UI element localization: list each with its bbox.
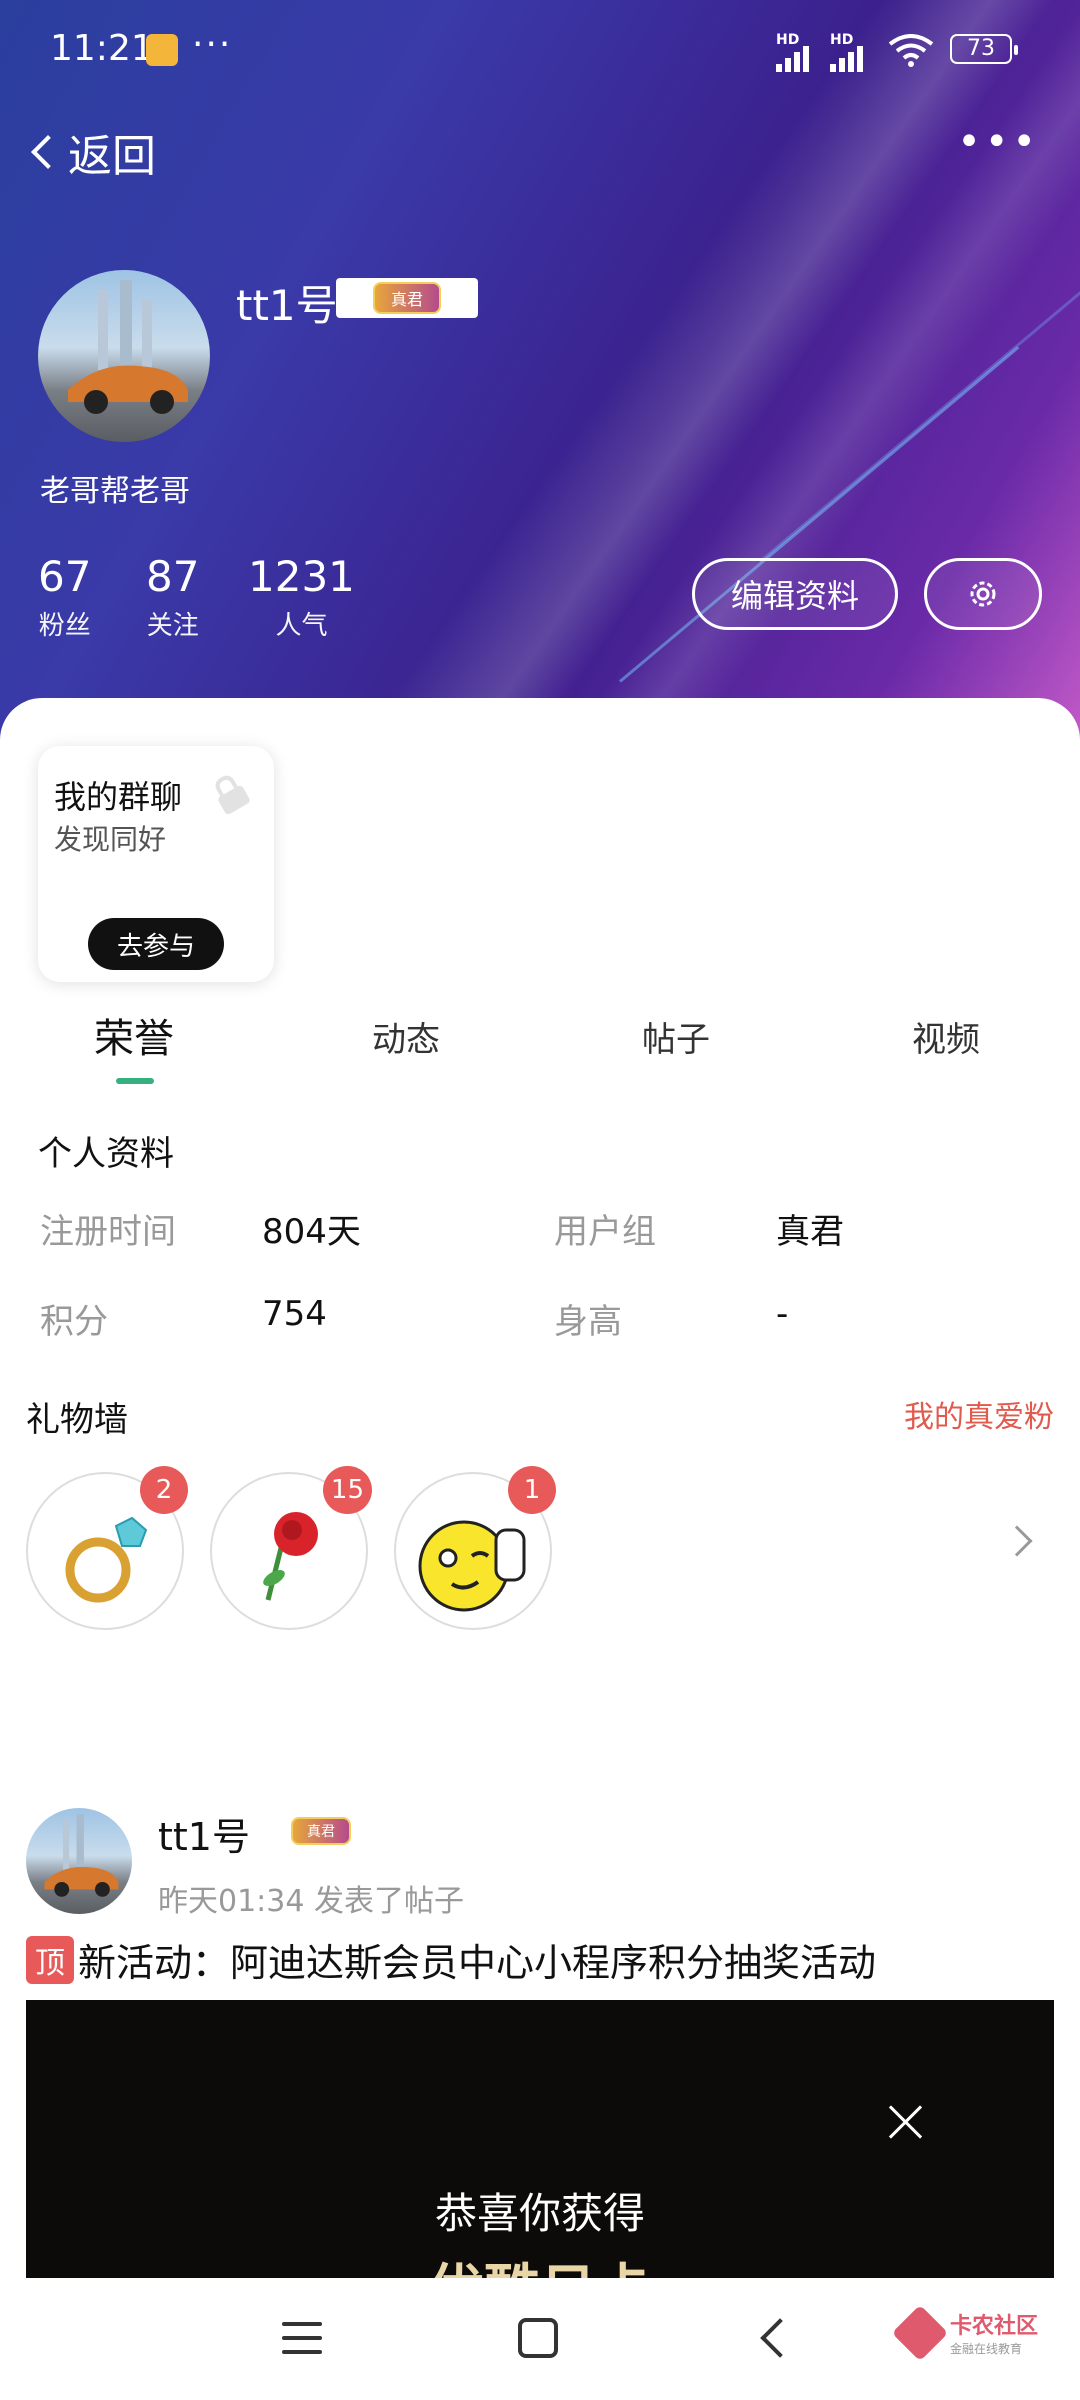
- tab-videos[interactable]: 视频: [912, 1012, 980, 1061]
- tab-honors[interactable]: 荣誉: [94, 1006, 174, 1064]
- back-button[interactable]: 返回: [22, 120, 156, 184]
- home-icon[interactable]: [518, 2318, 558, 2358]
- profile-tabs: 荣誉 动态 帖子 视频: [0, 1006, 1080, 1086]
- badge-text: 真君: [291, 1817, 351, 1845]
- user-rank-badge: 真君: [336, 278, 478, 318]
- watermark-logo-icon: [891, 2304, 949, 2361]
- tab-activity[interactable]: 动态: [372, 1012, 440, 1061]
- gift-count-badge: 1: [508, 1466, 556, 1514]
- height-label: 身高: [554, 1302, 622, 1342]
- settings-button[interactable]: [924, 558, 1042, 630]
- battery-indicator: 73: [950, 34, 1018, 64]
- stat-number: 87: [146, 552, 200, 601]
- post-title-text: 新活动：阿迪达斯会员中心小程序积分抽奖活动: [78, 1941, 877, 1985]
- decorative-streak: [619, 346, 1020, 683]
- gift-thumbs-up[interactable]: 1: [394, 1466, 556, 1630]
- active-tab-indicator: [116, 1078, 154, 1084]
- edit-profile-button[interactable]: 编辑资料: [692, 558, 898, 630]
- height-value: -: [776, 1294, 789, 1334]
- status-bar: 11:21 ··· HD HD 73: [0, 0, 1080, 100]
- badge-text: 真君: [372, 282, 441, 314]
- back-nav-icon[interactable]: [760, 2318, 800, 2358]
- registration-time-label: 注册时间: [40, 1212, 176, 1252]
- post-author-avatar[interactable]: [26, 1808, 132, 1914]
- user-group-label: 用户组: [554, 1212, 656, 1252]
- watermark-sub-text: 金融在线教育: [950, 2342, 1023, 2356]
- pinned-badge: 顶: [26, 1935, 74, 1984]
- car-avatar-image: [68, 280, 188, 414]
- back-label: 返回: [68, 131, 156, 182]
- personal-info-title: 个人资料: [38, 1134, 174, 1174]
- watermark-main-text: 卡农社区: [950, 2314, 1039, 2339]
- points-value: 754: [262, 1294, 327, 1334]
- more-options-icon[interactable]: •••: [957, 122, 1040, 162]
- stat-label: 粉丝: [38, 611, 91, 641]
- points-label: 积分: [40, 1302, 108, 1342]
- stat-number: 1231: [248, 552, 355, 601]
- post-image-text-cut: 优酷日卡: [26, 2246, 1054, 2278]
- wifi-icon: [888, 34, 934, 67]
- menu-icon[interactable]: [282, 2322, 322, 2354]
- stat-popularity[interactable]: 1231 人气: [248, 552, 355, 642]
- lock-icon: [215, 775, 250, 814]
- post-image[interactable]: 恭喜你获得 优酷日卡: [26, 2000, 1054, 2278]
- my-fans-link[interactable]: 我的真爱粉: [904, 1392, 1054, 1436]
- join-group-button[interactable]: 去参与: [88, 918, 224, 970]
- user-signature: 老哥帮老哥: [40, 474, 190, 509]
- stat-label: 人气: [275, 611, 328, 641]
- post-author-name[interactable]: tt1号: [158, 1806, 250, 1861]
- gift-rose[interactable]: 15: [210, 1466, 372, 1630]
- gift-ring[interactable]: 2: [26, 1466, 188, 1630]
- gift-count-badge: 2: [140, 1466, 188, 1514]
- decorative-streak: [759, 290, 1080, 563]
- notification-app-icon: [146, 34, 178, 66]
- group-chat-card[interactable]: 我的群聊 发现同好 去参与: [38, 746, 274, 982]
- tab-posts[interactable]: 帖子: [642, 1012, 710, 1061]
- username: tt1号: [236, 281, 338, 330]
- post-author-badge: 真君: [260, 1812, 382, 1850]
- gift-count-badge: 15: [322, 1466, 372, 1514]
- avatar[interactable]: [38, 270, 210, 442]
- stat-following[interactable]: 87 关注: [146, 552, 199, 642]
- post-meta: 昨天01:34 发表了帖子: [158, 1884, 464, 1919]
- status-time: 11:21: [50, 28, 154, 69]
- group-card-title: 我的群聊: [54, 778, 183, 816]
- stat-number: 67: [38, 552, 92, 601]
- gear-icon: [970, 581, 996, 607]
- group-card-subtitle: 发现同好: [54, 823, 167, 856]
- post-title[interactable]: 顶 新活动：阿迪达斯会员中心小程序积分抽奖活动: [26, 1932, 876, 1987]
- gift-wall-title: 礼物墙: [26, 1400, 128, 1440]
- more-notifications-icon: ···: [192, 24, 233, 65]
- post-image-text: 恭喜你获得: [434, 2189, 645, 2238]
- system-navigation-bar: 卡农社区 金融在线教育: [0, 2278, 1080, 2400]
- chevron-left-icon: [31, 135, 65, 169]
- user-group-value: 真君: [776, 1212, 844, 1252]
- registration-time-value: 804天: [262, 1212, 361, 1252]
- stat-fans[interactable]: 67 粉丝: [38, 552, 91, 642]
- stat-label: 关注: [146, 611, 199, 641]
- watermark: 卡农社区 金融在线教育: [891, 2304, 1039, 2361]
- car-avatar-image: [44, 1814, 119, 1897]
- close-icon[interactable]: [884, 2100, 928, 2144]
